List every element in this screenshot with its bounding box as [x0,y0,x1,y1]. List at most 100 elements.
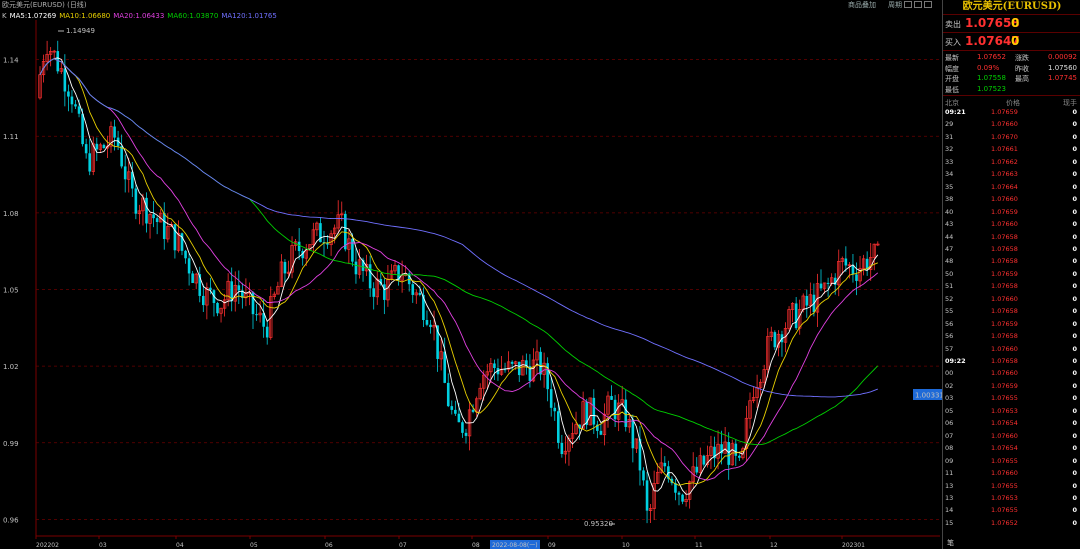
quote-stats: 最新 1.07652 涨跌 0.00092 幅度 0.09% 昨收 1.07560 开盘 1.07… [943,50,1080,96]
tick-volume: 0 [1072,257,1077,266]
x-tick-label: 11 [695,542,703,549]
tick-price: 1.07660 [991,369,1018,378]
tick-volume: 0 [1072,207,1077,216]
tick-row: 47 1.07658 0 [943,245,1080,257]
candle-body-down [610,396,613,400]
candle-body-down [493,363,496,369]
tick-time: 47 [945,244,954,253]
candle-body-down [411,284,415,295]
tick-time: 38 [945,195,954,204]
tick-time: 34 [945,170,954,179]
candle-body-down [383,284,386,300]
kline-chart-area[interactable]: 欧元美元(EURUSD) (日线) 商品叠加 周期 K MA5:1.07269 MA… [0,0,942,549]
candle-body-down [855,274,858,281]
candle-body-down [81,113,84,145]
candle-body-down [454,409,457,414]
tick-time: 31 [945,132,954,141]
candle-body-down [162,213,166,239]
y-tick-label: 1.08 [3,210,19,218]
stat-label: 最新 [945,54,959,62]
y-tick-label: 0.96 [3,516,19,524]
tick-row: 52 1.07660 0 [943,295,1080,307]
sell-label: 卖出 [945,20,961,29]
tick-price: 1.07659 [991,319,1018,328]
candle-body-down [677,492,681,495]
x-tick-label: 10 [622,542,630,549]
tick-volume: 0 [1072,307,1077,316]
candle-body-down [613,399,617,420]
candle-body-down [102,144,106,149]
tick-price: 1.07658 [991,357,1018,365]
tick-volume: 0 [1072,170,1077,179]
tick-time: 05 [945,406,954,415]
tick-price: 1.07655 [991,456,1018,465]
tick-price: 1.07655 [991,394,1018,403]
candle-body-down [471,409,475,412]
tick-time: 33 [945,157,954,166]
candle-body-down [681,494,684,502]
tick-time: 57 [945,344,954,353]
candle-body-down [695,466,699,473]
tick-time: 40 [945,207,954,216]
tick-row: 09:21 1.07659 0 [943,108,1080,120]
ma5-line [39,57,879,495]
candle-body-down [727,441,730,465]
tick-price: 1.07653 [991,493,1018,502]
tick-time: 50 [945,269,954,278]
tick-price: 1.07660 [991,294,1018,303]
candle-body-down [173,224,177,251]
candle-body-down [539,351,542,375]
tick-time: 52 [945,294,954,303]
tick-volume: 0 [1072,344,1077,353]
y-tick-label: 1.11 [3,133,19,141]
tick-row: 13 1.07655 0 [943,482,1080,494]
y-tick-label: 1.14 [3,57,19,65]
candle-body-down [642,470,645,481]
tick-mode-label[interactable]: 笔 [947,538,954,548]
tick-row: 43 1.07660 0 [943,220,1080,232]
candle-body-down [184,250,187,259]
tick-time: 08 [945,444,954,453]
y-tick-label: 0.99 [3,440,19,448]
x-tick-label: 12 [770,542,778,549]
candle-body-down [553,407,557,412]
tick-row: 55 1.07658 0 [943,307,1080,319]
candle-body-down [517,361,521,376]
candle-body-down [663,462,667,467]
tick-price: 1.07659 [991,381,1018,390]
candle-body-down [844,258,848,266]
tick-price: 1.07654 [991,444,1018,453]
tick-row: 34 1.07663 0 [943,170,1080,182]
sell-volume: 0 [1011,16,1020,30]
x-tick-label: 08 [472,542,480,549]
tick-price: 1.07653 [991,406,1018,415]
tick-row: 03 1.07655 0 [943,394,1080,406]
tick-price: 1.07655 [991,506,1018,515]
candle-body-down [510,361,514,364]
candle-body-down [557,411,560,443]
tick-row: 15 1.07652 0 [943,519,1080,531]
tick-row: 50 1.07659 0 [943,270,1080,282]
tick-time: 32 [945,145,954,154]
tick-row: 31 1.07670 0 [943,133,1080,145]
tick-row: 56 1.07659 0 [943,320,1080,332]
candle-body-down [134,188,138,214]
tick-time: 03 [945,394,954,403]
tick-time: 02 [945,381,954,390]
tick-time: 07 [945,431,954,440]
ma120-line [39,58,878,398]
tick-row: 08 1.07654 0 [943,444,1080,456]
tick-volume: 0 [1072,132,1077,141]
tick-volume: 0 [1072,431,1077,440]
tick-price: 1.07658 [991,307,1018,316]
tick-price: 1.07658 [991,232,1018,241]
tick-price: 1.07658 [991,282,1018,291]
stat-value: 1.07652 [977,53,1006,61]
candle-body-down [297,241,301,252]
candle-body-down [84,144,88,154]
tick-time: 43 [945,220,954,229]
tick-price: 1.07660 [991,220,1018,229]
panel-title: 欧元美元(EURUSD) [962,1,1062,12]
tick-time: 56 [945,332,954,341]
tick-row: 44 1.07658 0 [943,233,1080,245]
